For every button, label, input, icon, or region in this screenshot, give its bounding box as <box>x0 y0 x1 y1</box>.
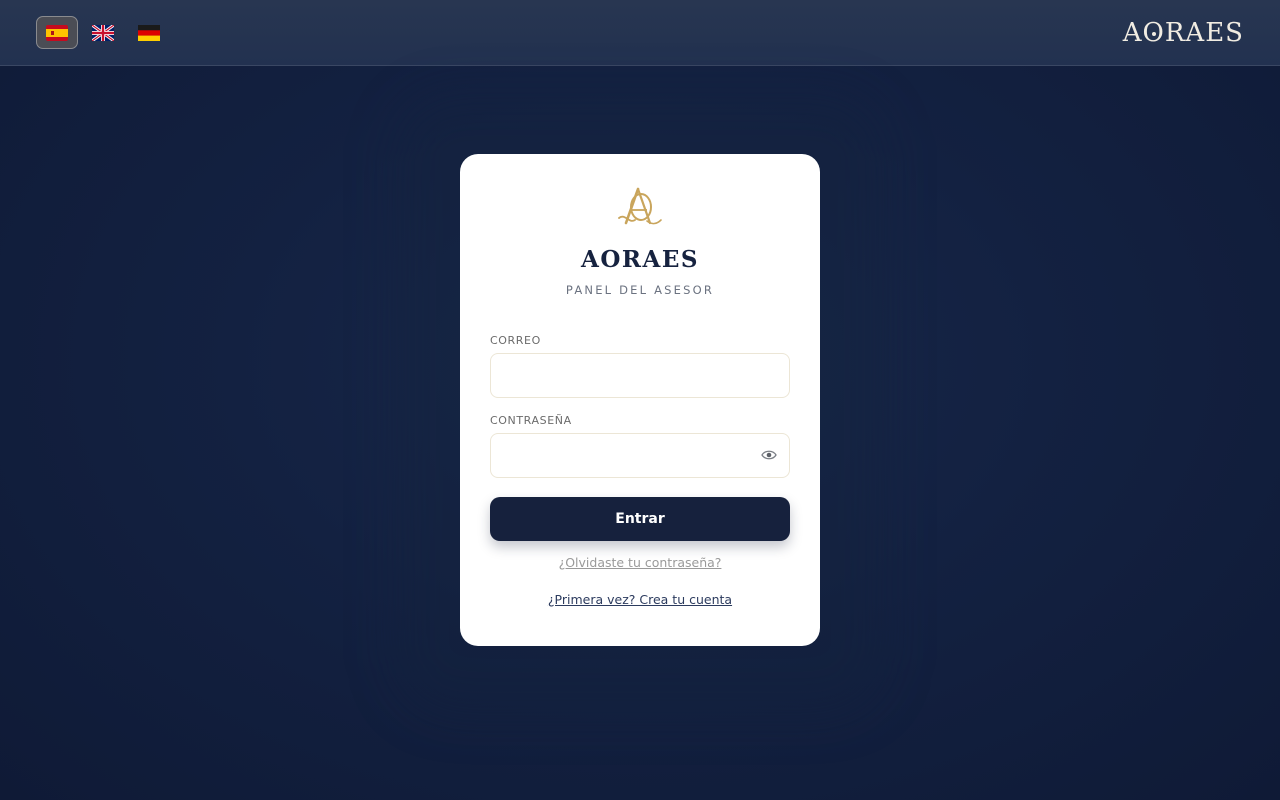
spain-flag-icon <box>46 24 68 41</box>
monogram-ao-icon <box>618 187 662 225</box>
language-es-button[interactable] <box>36 16 78 49</box>
brand-logo-o: O <box>1142 18 1165 48</box>
top-bar: AORAES <box>0 0 1280 66</box>
password-field[interactable] <box>490 433 790 478</box>
germany-flag-icon <box>138 24 160 41</box>
email-field[interactable] <box>490 353 790 398</box>
uk-flag-icon <box>92 24 114 41</box>
brand-logo: AORAES <box>1122 18 1244 48</box>
card-subtitle: PANEL DEL ASESOR <box>565 283 715 297</box>
submit-button[interactable]: Entrar <box>490 497 790 541</box>
signup-link[interactable]: ¿Primera vez? Crea tu cuenta <box>460 592 820 607</box>
language-de-button[interactable] <box>128 16 170 49</box>
eye-icon[interactable] <box>761 448 777 462</box>
forgot-password-link[interactable]: ¿Olvidaste tu contraseña? <box>460 555 820 570</box>
login-card: AORAES PANEL DEL ASESOR CORREO CONTRASEÑ… <box>460 154 820 646</box>
card-title: AORAES <box>581 246 699 273</box>
email-label: CORREO <box>490 334 541 347</box>
password-label: CONTRASEÑA <box>490 414 572 427</box>
language-en-button[interactable] <box>82 16 124 49</box>
